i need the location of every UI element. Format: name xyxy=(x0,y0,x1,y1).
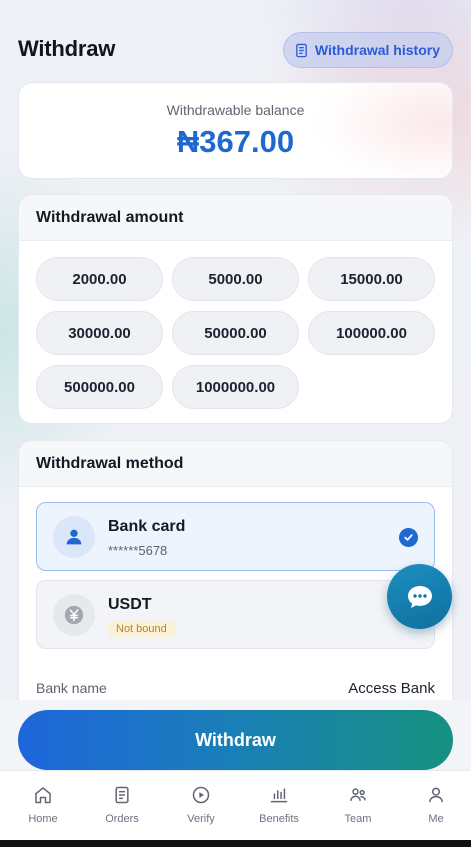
withdrawal-history-button[interactable]: Withdrawal history xyxy=(282,32,453,68)
balance-card: Withdrawable balance ₦367.00 xyxy=(18,82,453,179)
tab-label: Verify xyxy=(187,813,215,825)
method-name: Bank card xyxy=(108,518,186,535)
tab-home[interactable]: Home xyxy=(4,771,82,840)
currency-icon xyxy=(53,594,95,636)
check-icon xyxy=(399,528,418,547)
balance-label: Withdrawable balance xyxy=(166,102,305,118)
amount-option[interactable]: 1000000.00 xyxy=(172,365,299,409)
status-badge: Not bound xyxy=(108,621,175,637)
play-icon xyxy=(192,786,210,804)
amount-option[interactable]: 2000.00 xyxy=(36,257,163,301)
withdrawal-history-label: Withdrawal history xyxy=(314,42,440,58)
tab-label: Home xyxy=(28,813,58,825)
user-icon xyxy=(429,787,443,803)
bottom-tab-bar: Home Orders Verify Benefits Team Me xyxy=(0,770,471,840)
page-title: Withdraw xyxy=(18,36,116,61)
tab-label: Me xyxy=(428,813,444,825)
tab-verify[interactable]: Verify xyxy=(162,771,240,840)
tab-me[interactable]: Me xyxy=(397,771,471,840)
tab-benefits[interactable]: Benefits xyxy=(240,771,318,840)
tab-orders[interactable]: Orders xyxy=(83,771,161,840)
document-icon xyxy=(296,43,307,57)
bank-name-value: Access Bank xyxy=(348,679,435,697)
bar-chart-icon xyxy=(270,788,288,803)
header: Withdraw Withdrawal history xyxy=(18,32,453,68)
home-icon xyxy=(35,787,51,804)
bank-name-label: Bank name xyxy=(36,680,107,696)
team-icon xyxy=(350,788,366,801)
withdraw-button[interactable]: Withdraw xyxy=(18,710,453,770)
amount-option[interactable]: 50000.00 xyxy=(172,311,299,355)
amount-option[interactable]: 30000.00 xyxy=(36,311,163,355)
method-name: USDT xyxy=(108,596,152,613)
balance-value: ₦367.00 xyxy=(176,124,295,159)
chat-icon xyxy=(407,585,432,608)
amount-option[interactable]: 500000.00 xyxy=(36,365,163,409)
orders-icon xyxy=(115,786,129,804)
bank-name-row: Bank name Access Bank xyxy=(36,675,435,701)
withdrawal-amount-title: Withdrawal amount xyxy=(19,195,452,241)
withdrawal-amount-card: Withdrawal amount 2000.00 5000.00 15000.… xyxy=(18,194,453,424)
amount-option[interactable]: 100000.00 xyxy=(308,311,435,355)
method-option-usdt[interactable]: USDT Not bound xyxy=(36,580,435,649)
withdraw-screen: Withdraw Withdrawal history Withdrawable… xyxy=(0,0,471,840)
person-icon xyxy=(53,516,95,558)
tab-label: Team xyxy=(344,813,372,825)
amount-option[interactable]: 15000.00 xyxy=(308,257,435,301)
tab-label: Benefits xyxy=(259,813,299,825)
amount-option[interactable]: 5000.00 xyxy=(172,257,299,301)
tab-team[interactable]: Team xyxy=(319,771,397,840)
method-option-bank-card[interactable]: Bank card ******5678 xyxy=(36,502,435,571)
chat-support-button[interactable] xyxy=(387,564,452,629)
withdrawal-method-title: Withdrawal method xyxy=(19,441,452,487)
card-number: ******5678 xyxy=(108,543,168,558)
tab-label: Orders xyxy=(105,813,139,825)
